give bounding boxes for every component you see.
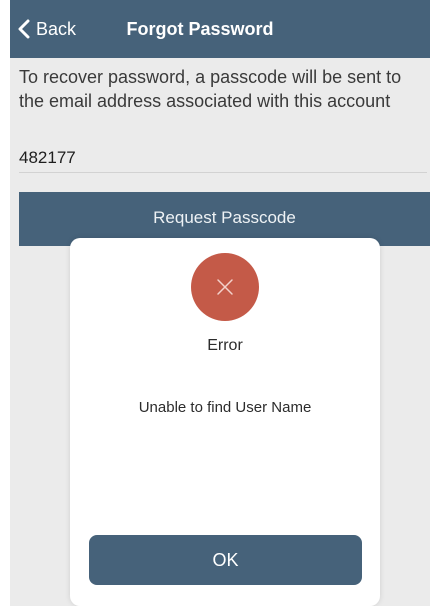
error-badge [191,253,259,321]
instructions-text: To recover password, a passcode will be … [19,67,402,111]
dialog-title: Error [207,337,243,354]
close-icon [217,279,233,295]
dialog-message: Unable to find User Name [138,399,312,416]
nav-bar: Back Forgot Password [10,0,430,58]
page-title: Forgot Password [126,18,274,39]
ok-button[interactable]: OK [89,535,362,585]
screen: Back Forgot Password To recover password… [10,0,430,606]
passcode-field[interactable]: 482177 [19,144,427,173]
error-dialog: Error Unable to find User Name OK [70,238,380,606]
